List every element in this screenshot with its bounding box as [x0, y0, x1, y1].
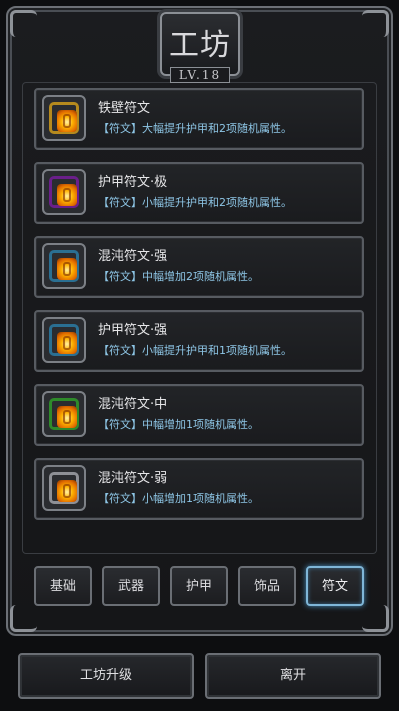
- rune-item[interactable]: 混沌符文·强 【符文】中幅增加2项随机属性。: [34, 236, 364, 298]
- rune-item[interactable]: 混沌符文·中 【符文】中幅增加1项随机属性。: [34, 384, 364, 446]
- rune-icon: [57, 406, 77, 428]
- ornament-corner: [362, 605, 389, 632]
- rune-rarity-frame: [49, 102, 79, 134]
- rune-item[interactable]: 混沌符文·弱 【符文】小幅增加1项随机属性。: [34, 458, 364, 520]
- ornament-corner: [362, 10, 389, 37]
- rune-slot: [42, 317, 86, 363]
- leave-button[interactable]: 离开: [205, 653, 381, 699]
- rune-rarity-frame: [49, 472, 79, 504]
- rune-description: 【符文】大幅提升护甲和2项随机属性。: [98, 122, 292, 135]
- rune-name: 混沌符文·弱: [98, 471, 168, 486]
- rune-description: 【符文】小幅提升护甲和2项随机属性。: [98, 196, 292, 209]
- rune-name: 护甲符文·极: [98, 175, 168, 190]
- rune-list: 铁壁符文 【符文】大幅提升护甲和2项随机属性。 护甲符文·极 【符文】小幅提升护…: [34, 88, 364, 532]
- ornament-corner: [10, 605, 37, 632]
- rune-rarity-frame: [49, 398, 79, 430]
- rune-description: 【符文】小幅增加1项随机属性。: [98, 492, 259, 505]
- tab-rune[interactable]: 符文: [306, 566, 364, 606]
- rune-description: 【符文】小幅提升护甲和1项随机属性。: [98, 344, 292, 357]
- rune-slot: [42, 95, 86, 141]
- upgrade-workshop-button[interactable]: 工坊升级: [18, 653, 194, 699]
- tab-accessory[interactable]: 饰品: [238, 566, 296, 606]
- tab-armor[interactable]: 护甲: [170, 566, 228, 606]
- rune-icon: [57, 110, 77, 132]
- rune-rarity-frame: [49, 250, 79, 282]
- rune-name: 铁壁符文: [98, 101, 151, 116]
- rune-item[interactable]: 铁壁符文 【符文】大幅提升护甲和2项随机属性。: [34, 88, 364, 150]
- ornament-corner: [10, 10, 37, 37]
- rune-name: 护甲符文·强: [98, 323, 168, 338]
- workshop-level: LV.18: [169, 67, 231, 83]
- tab-weapon[interactable]: 武器: [102, 566, 160, 606]
- rune-icon: [57, 332, 77, 354]
- rune-rarity-frame: [49, 176, 79, 208]
- page-title: 工坊: [169, 28, 231, 63]
- rune-slot: [42, 169, 86, 215]
- rune-rarity-frame: [49, 324, 79, 356]
- rune-slot: [42, 465, 86, 511]
- rune-icon: [57, 480, 77, 502]
- rune-name: 混沌符文·中: [98, 397, 168, 412]
- category-tab-bar: 基础 武器 护甲 饰品 符文: [34, 566, 366, 610]
- title-plaque: 工坊 LV.18: [160, 12, 240, 83]
- rune-description: 【符文】中幅增加1项随机属性。: [98, 418, 259, 431]
- rune-slot: [42, 391, 86, 437]
- rune-description: 【符文】中幅增加2项随机属性。: [98, 270, 259, 283]
- rune-slot: [42, 243, 86, 289]
- tab-basic[interactable]: 基础: [34, 566, 92, 606]
- rune-icon: [57, 258, 77, 280]
- rune-icon: [57, 184, 77, 206]
- rune-item[interactable]: 护甲符文·强 【符文】小幅提升护甲和1项随机属性。: [34, 310, 364, 372]
- rune-item[interactable]: 护甲符文·极 【符文】小幅提升护甲和2项随机属性。: [34, 162, 364, 224]
- rune-name: 混沌符文·强: [98, 249, 168, 264]
